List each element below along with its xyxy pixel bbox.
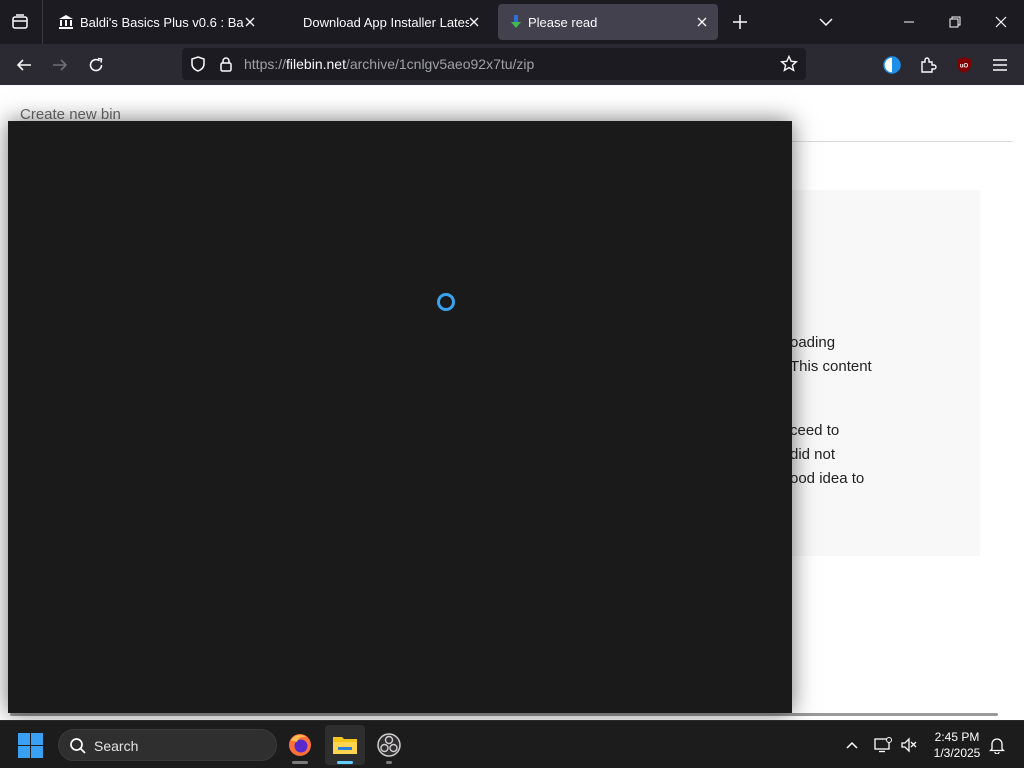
url-path: /archive/1cnlgv5aeo92x7tu/zip bbox=[345, 56, 535, 72]
half-moon-icon bbox=[883, 56, 901, 74]
info-text-line: oading bbox=[790, 334, 836, 351]
info-text-line: ood idea to bbox=[790, 470, 865, 487]
url-prefix: https:// bbox=[244, 56, 287, 72]
running-indicator bbox=[292, 761, 308, 764]
start-button[interactable] bbox=[18, 733, 44, 759]
restore-icon bbox=[949, 16, 961, 28]
info-text-line: This content bbox=[790, 358, 872, 375]
windows-logo-icon bbox=[31, 733, 43, 745]
network-status-button[interactable] bbox=[870, 731, 896, 759]
close-icon bbox=[995, 16, 1007, 28]
back-button[interactable] bbox=[9, 50, 39, 80]
loading-overlay-window[interactable] bbox=[8, 121, 792, 713]
info-text-line: did not bbox=[790, 446, 836, 463]
tab-title: Baldi's Basics Plus v0.6 : Basically bbox=[80, 15, 244, 30]
plus-icon bbox=[733, 15, 747, 29]
bell-icon bbox=[989, 738, 1005, 754]
dark-reader-extension-button[interactable] bbox=[877, 50, 907, 80]
tab-title: Please read bbox=[528, 15, 598, 30]
taskbar-search-box[interactable]: Search bbox=[58, 729, 277, 761]
shield-icon[interactable] bbox=[188, 54, 208, 74]
close-window-button[interactable] bbox=[978, 0, 1024, 44]
taskbar-file-explorer[interactable] bbox=[325, 725, 365, 765]
app-menu-button[interactable] bbox=[985, 50, 1015, 80]
volume-muted-button[interactable] bbox=[896, 731, 922, 759]
minimize-button[interactable] bbox=[886, 0, 932, 44]
tab-separator bbox=[42, 0, 43, 44]
search-icon bbox=[70, 738, 86, 754]
clock-date: 1/3/2025 bbox=[933, 746, 981, 760]
show-hidden-icons-button[interactable] bbox=[839, 731, 865, 759]
tab-app-installer[interactable]: Download App Installer Latest 2 bbox=[270, 4, 492, 40]
info-text-line: ceed to bbox=[790, 422, 840, 439]
arrow-left-icon bbox=[16, 59, 31, 71]
tab-please-read[interactable]: Please read bbox=[498, 4, 718, 40]
restore-button[interactable] bbox=[932, 0, 978, 44]
new-tab-button[interactable] bbox=[728, 10, 752, 34]
ublock-shield-icon: uO bbox=[957, 57, 971, 73]
folder-icon bbox=[333, 737, 357, 754]
taskbar: Search 2:45 PM 1/3/2025 bbox=[0, 720, 1024, 768]
firefox-view-icon bbox=[12, 14, 28, 29]
notifications-button[interactable] bbox=[984, 731, 1010, 759]
extensions-button[interactable] bbox=[913, 50, 943, 80]
navigation-toolbar: https://filebin.net/archive/1cnlgv5aeo92… bbox=[0, 44, 1024, 85]
firefox-view-button[interactable] bbox=[6, 8, 34, 36]
url-bar[interactable]: https://filebin.net/archive/1cnlgv5aeo92… bbox=[182, 48, 806, 80]
minimize-icon bbox=[904, 21, 914, 23]
url-host: filebin.net bbox=[286, 56, 346, 72]
loading-spinner-icon bbox=[437, 293, 455, 311]
bookmark-star-icon[interactable] bbox=[779, 54, 799, 74]
download-arrow-icon bbox=[508, 14, 524, 30]
network-monitor-icon bbox=[874, 737, 892, 753]
active-indicator bbox=[337, 761, 353, 764]
taskbar-obs-studio[interactable] bbox=[369, 725, 409, 765]
windows-logo-icon bbox=[18, 746, 30, 758]
windows-logo-icon bbox=[18, 733, 30, 745]
system-clock[interactable]: 2:45 PM 1/3/2025 bbox=[922, 729, 992, 761]
tab-strip: Baldi's Basics Plus v0.6 : Basically Dow… bbox=[0, 0, 1024, 44]
speaker-muted-icon bbox=[901, 737, 917, 753]
clock-time: 2:45 PM bbox=[934, 730, 980, 744]
close-tab-icon[interactable] bbox=[694, 14, 710, 30]
bank-icon bbox=[58, 14, 74, 30]
hamburger-menu-icon bbox=[993, 59, 1007, 71]
lock-icon[interactable] bbox=[216, 54, 236, 74]
list-all-tabs-button[interactable] bbox=[814, 10, 838, 34]
reload-button[interactable] bbox=[81, 50, 111, 80]
close-tab-icon[interactable] bbox=[466, 14, 482, 30]
forward-button[interactable] bbox=[45, 50, 75, 80]
tab-title: Download App Installer Latest 2 bbox=[303, 15, 469, 30]
puzzle-piece-icon bbox=[921, 57, 937, 73]
ublock-origin-button[interactable]: uO bbox=[949, 50, 979, 80]
url-text[interactable]: https://filebin.net/archive/1cnlgv5aeo92… bbox=[244, 56, 534, 72]
svg-text:uO: uO bbox=[960, 64, 969, 70]
windows-logo-icon bbox=[31, 746, 43, 758]
obs-studio-icon bbox=[377, 733, 401, 757]
arrow-right-icon bbox=[53, 59, 68, 71]
running-indicator bbox=[386, 761, 392, 764]
tab-baldis-basics[interactable]: Baldi's Basics Plus v0.6 : Basically bbox=[48, 4, 262, 40]
firefox-icon bbox=[289, 734, 311, 756]
chevron-down-icon bbox=[819, 18, 833, 27]
search-label: Search bbox=[94, 738, 139, 754]
taskbar-firefox[interactable] bbox=[280, 725, 320, 765]
reload-icon bbox=[89, 57, 103, 72]
chevron-up-icon bbox=[846, 741, 858, 749]
close-tab-icon[interactable] bbox=[242, 14, 258, 30]
horizontal-scrollbar[interactable] bbox=[10, 713, 998, 716]
